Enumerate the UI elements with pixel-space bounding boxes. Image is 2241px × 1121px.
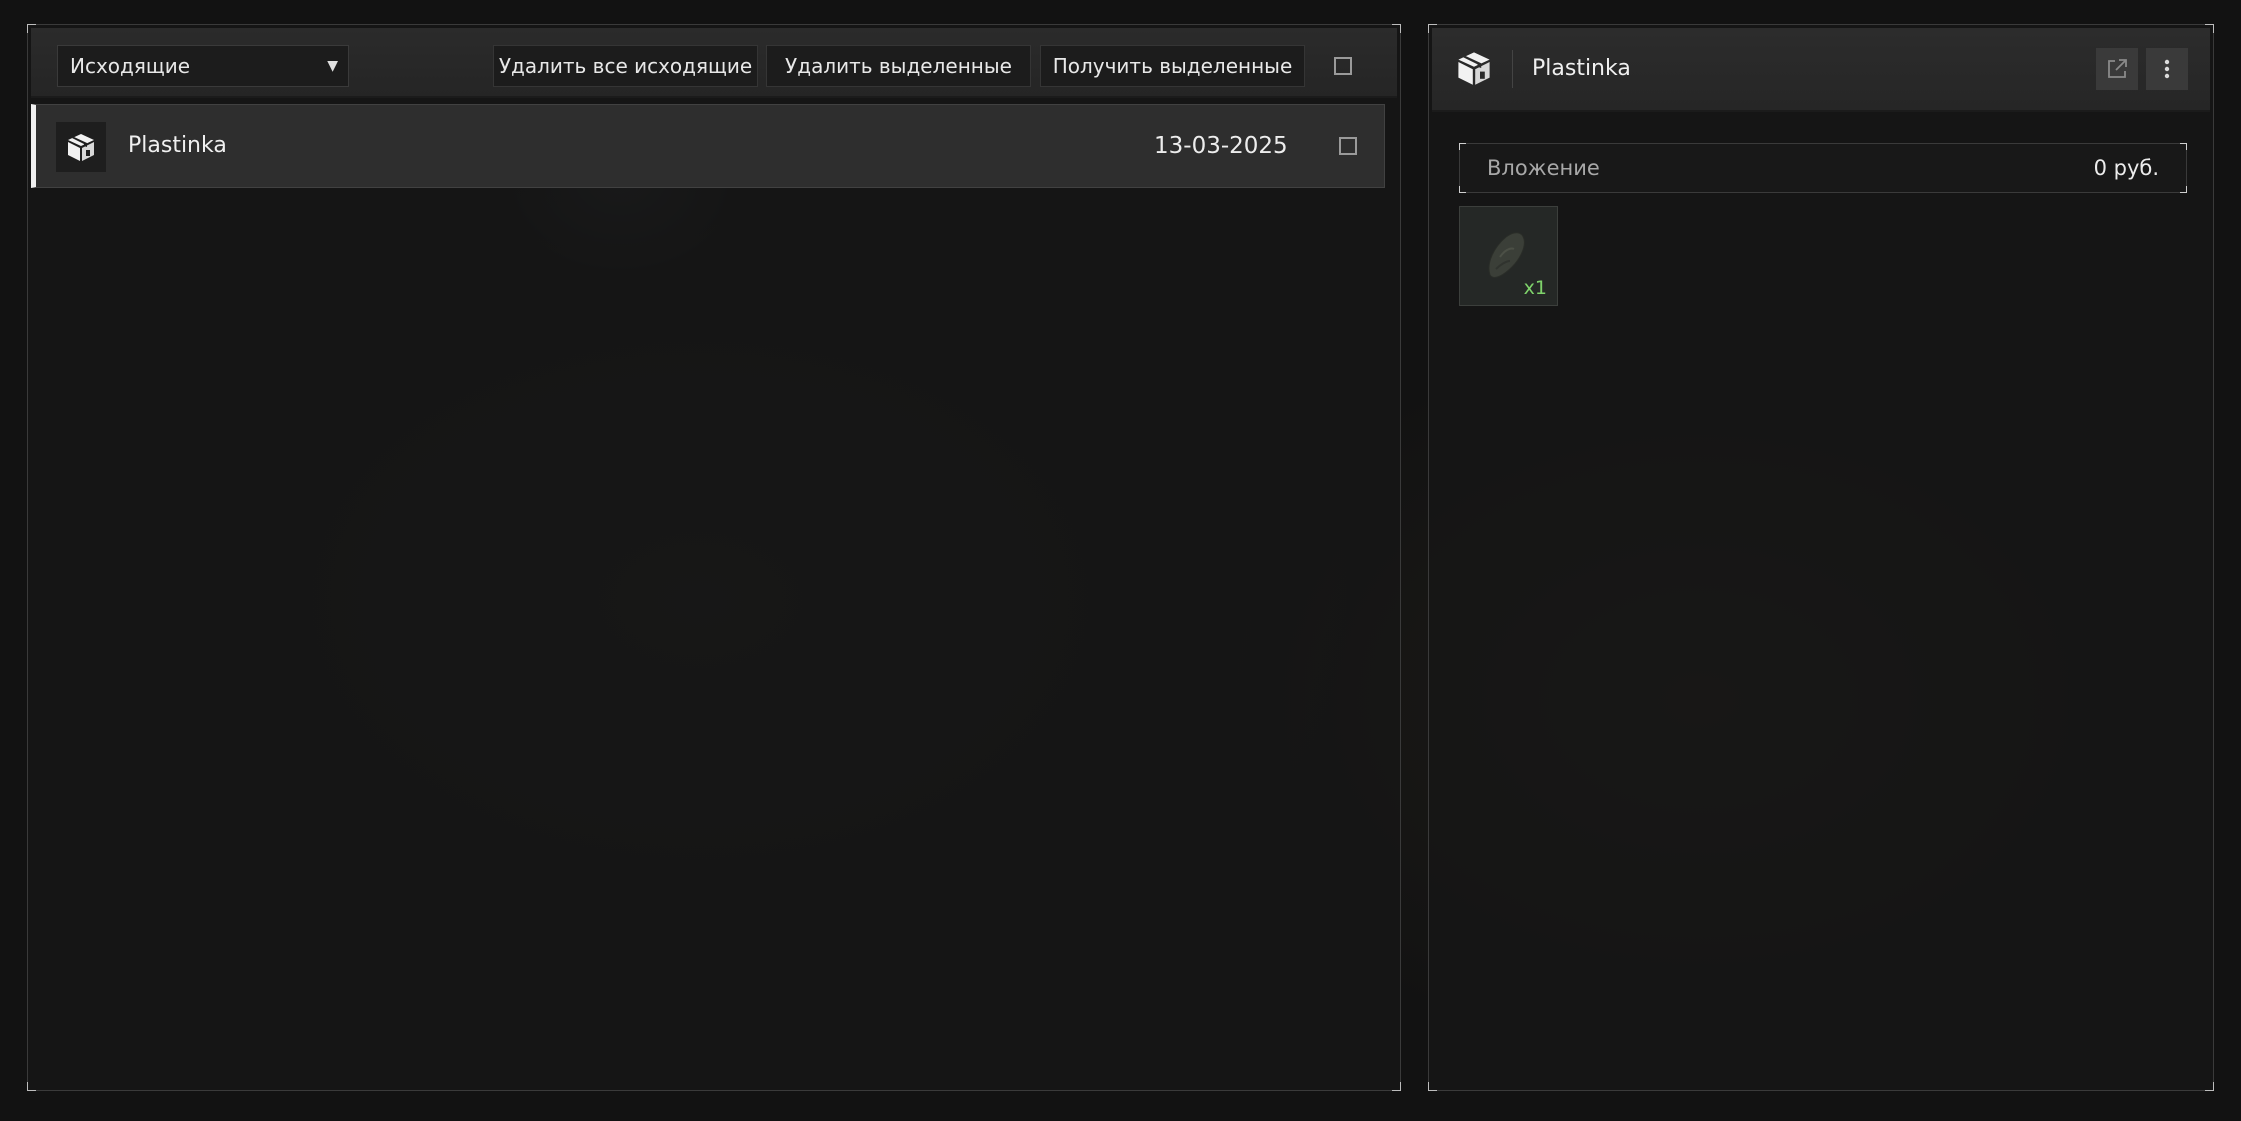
delete-selected-button[interactable]: Удалить выделенные [766, 45, 1031, 87]
attachment-label: Вложение [1487, 156, 1600, 180]
more-options-button[interactable] [2146, 48, 2188, 90]
panel-corner [1392, 1082, 1401, 1091]
panel-corner [1428, 1082, 1437, 1091]
mail-item-title: Plastinka [128, 133, 227, 158]
get-selected-button[interactable]: Получить выделенные [1040, 45, 1305, 87]
attachment-value: 0 руб. [2093, 156, 2159, 180]
bracket-corner [2180, 186, 2187, 193]
mail-item-checkbox[interactable] [1339, 137, 1357, 155]
more-vertical-icon [2164, 59, 2170, 79]
mail-details-panel: Plastinka Вложение 0 руб. x1 [1428, 24, 2214, 1091]
bracket-corner [1459, 186, 1466, 193]
panel-corner [2205, 1082, 2214, 1091]
caret-down-icon: ▼ [327, 58, 338, 74]
mail-filter-select[interactable]: Исходящие ▼ [57, 45, 349, 87]
external-link-icon [2108, 59, 2127, 78]
package-icon [1454, 48, 1494, 88]
mail-item-date: 13-03-2025 [1154, 133, 1288, 159]
bracket-corner [2180, 143, 2187, 150]
mail-filter-value: Исходящие [70, 54, 191, 78]
attachment-item-slot[interactable]: x1 [1459, 206, 1558, 306]
mail-toolbar: Исходящие ▼ Удалить все исходящие Удалит… [31, 28, 1397, 98]
package-icon [56, 122, 106, 172]
item-quantity: x1 [1523, 277, 1547, 299]
panel-corner [27, 1082, 36, 1091]
details-header: Plastinka [1432, 28, 2210, 112]
mail-list-item[interactable]: Plastinka 13-03-2025 [31, 104, 1385, 188]
header-divider [1512, 50, 1513, 88]
open-external-button[interactable] [2096, 48, 2138, 90]
details-title: Plastinka [1532, 56, 1631, 81]
select-all-checkbox[interactable] [1334, 57, 1352, 75]
mail-list-panel: Исходящие ▼ Удалить все исходящие Удалит… [27, 24, 1401, 1091]
delete-all-outgoing-button[interactable]: Удалить все исходящие [493, 45, 758, 87]
attachment-bar: Вложение 0 руб. [1459, 143, 2187, 193]
bracket-corner [1459, 143, 1466, 150]
